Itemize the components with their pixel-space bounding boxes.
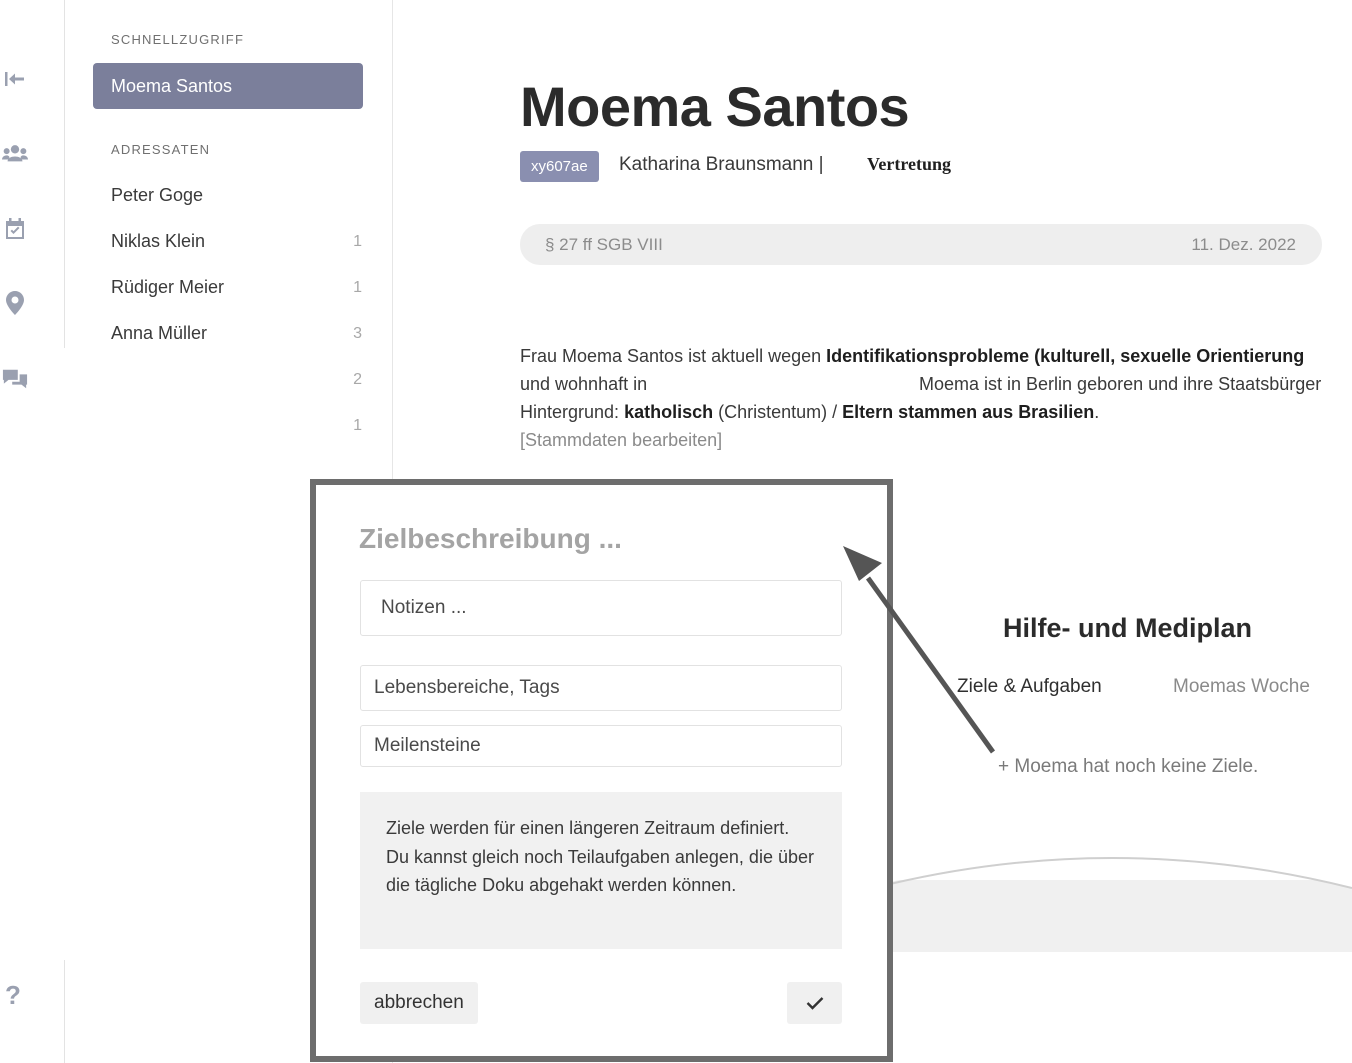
count-badge: 1 xyxy=(353,417,362,434)
count-badge: 1 xyxy=(353,279,362,296)
description-text: Hintergrund: xyxy=(520,402,625,422)
count-badge: 1 xyxy=(353,233,362,250)
contact-item[interactable]: Peter Goge xyxy=(111,185,363,206)
sidebar-item-active[interactable]: Moema Santos xyxy=(93,63,363,109)
tags-input[interactable]: Lebensbereiche, Tags xyxy=(360,665,842,711)
hint-box: Ziele werden für einen längeren Zeitraum… xyxy=(360,792,842,949)
description-text: und wohnhaft in xyxy=(520,374,648,394)
legal-basis: § 27 ff SGB VIII xyxy=(545,235,663,254)
page-title: Moema Santos xyxy=(520,75,910,138)
description-text: Moema ist in Berlin geboren und ihre Sta… xyxy=(919,374,1322,394)
help-icon[interactable]: ? xyxy=(5,980,21,1011)
tab-week[interactable]: Moemas Woche xyxy=(1173,676,1310,698)
recipients-label: ADRESSATEN xyxy=(111,142,211,157)
description-text: Frau Moema Santos ist aktuell wegen xyxy=(520,346,827,366)
plan-title: Hilfe- und Mediplan xyxy=(1003,613,1252,643)
notes-input[interactable]: Notizen ... xyxy=(360,580,842,636)
edit-master-data-link[interactable]: [Stammdaten bearbeiten] xyxy=(520,430,722,450)
count-badge: 2 xyxy=(353,371,362,388)
confirm-button[interactable] xyxy=(787,982,842,1024)
description-text: (Christentum) / xyxy=(713,402,843,422)
count-badge: 3 xyxy=(353,325,362,342)
contact-item[interactable]: Rüdiger Meier xyxy=(111,277,363,298)
milestones-input[interactable]: Meilensteine xyxy=(360,725,842,767)
caseworker-name: Katharina Braunsmann | xyxy=(619,154,824,175)
goal-dialog: Zielbeschreibung ... Notizen ... Lebensb… xyxy=(310,479,893,1062)
case-date: 11. Dez. 2022 xyxy=(1191,235,1296,254)
cancel-button[interactable]: abbrechen xyxy=(360,982,478,1024)
calendar-check-icon[interactable] xyxy=(2,216,28,242)
tab-goals[interactable]: Ziele & Aufgaben xyxy=(957,676,1102,698)
add-goal-link[interactable]: + Moema hat noch keine Ziele. xyxy=(998,756,1258,778)
id-badge: xy607ae xyxy=(520,151,599,182)
contact-item[interactable]: Anna Müller xyxy=(111,323,363,344)
legal-basis-bar: § 27 ff SGB VIII 11. Dez. 2022 xyxy=(520,224,1322,265)
description-bold: katholisch xyxy=(624,402,714,422)
role-label: Vertretung xyxy=(867,154,951,174)
description-bold: Identifikationsprobleme (kulturell, sexu… xyxy=(826,346,1305,366)
users-icon[interactable] xyxy=(2,140,28,166)
icon-rail: ? xyxy=(0,0,64,1063)
profile-description: Frau Moema Santos ist aktuell wegen Iden… xyxy=(520,342,1352,454)
check-icon xyxy=(806,997,823,1010)
collapse-sidebar-icon[interactable] xyxy=(2,66,28,92)
description-bold: Eltern stammen aus Brasilien xyxy=(842,402,1095,422)
location-pin-icon[interactable] xyxy=(2,290,28,316)
description-text: . xyxy=(1094,402,1100,422)
chat-icon[interactable] xyxy=(2,366,28,392)
contact-item[interactable]: Niklas Klein xyxy=(111,231,363,252)
goal-title-input[interactable]: Zielbeschreibung ... xyxy=(359,523,622,555)
quick-access-label: SCHNELLZUGRIFF xyxy=(111,32,245,47)
